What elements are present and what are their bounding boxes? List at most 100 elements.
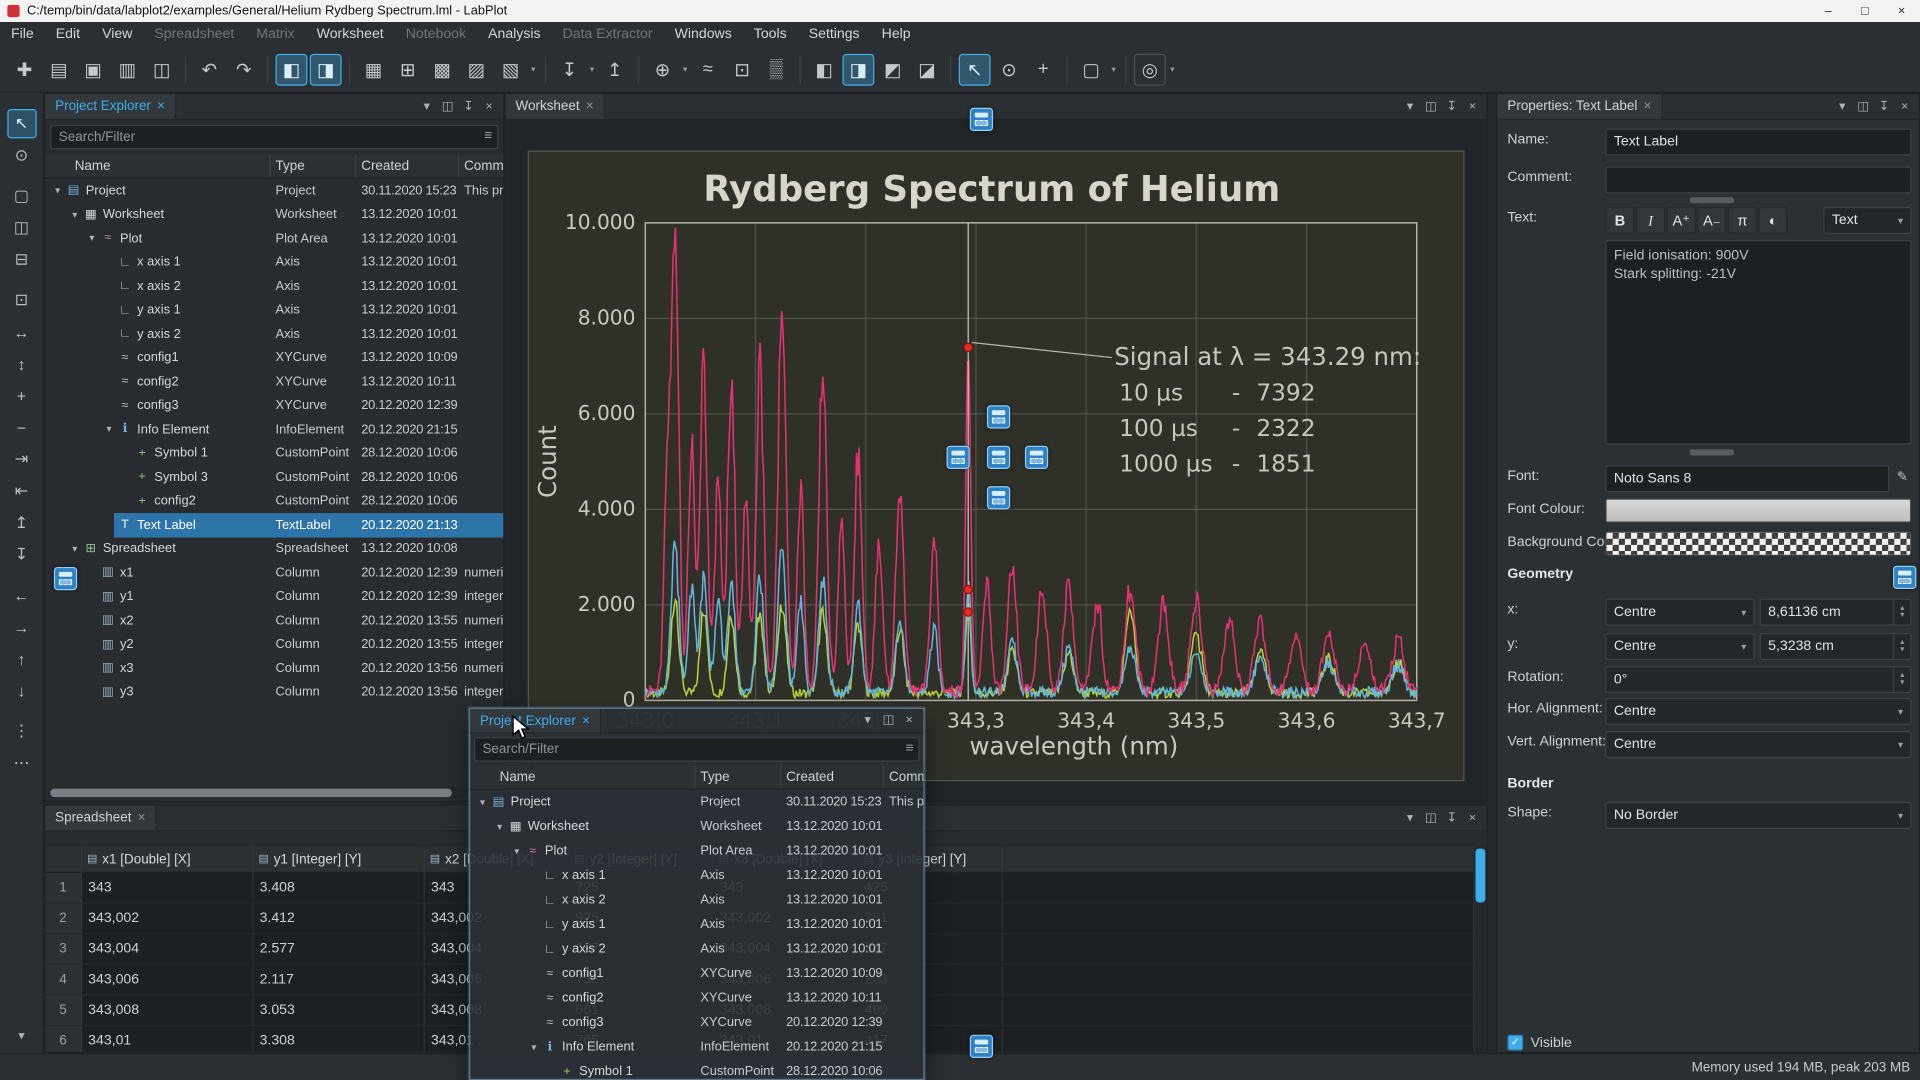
y-anchor-dropdown[interactable]: Centre▾ [1605, 633, 1754, 660]
new-spreadsheet-button[interactable]: ▩ [426, 53, 458, 85]
spin-down-icon[interactable]: ▾ [1900, 647, 1904, 654]
tree-row-y3[interactable]: ▥y3Column20.12.2020 13:56integer da [45, 680, 503, 704]
tab-project-explorer-floating[interactable]: Project Explorer× [470, 709, 601, 732]
text-content-area[interactable]: Field ionisation: 900V Stark splitting: … [1605, 240, 1911, 444]
cursor-tool-button[interactable]: ⋮ [7, 716, 36, 745]
close-icon[interactable]: × [138, 811, 146, 826]
visible-checkbox[interactable]: ✓ [1507, 1035, 1523, 1051]
expander-icon[interactable]: ▾ [527, 1041, 542, 1052]
spin-down-icon[interactable]: ▾ [1900, 680, 1904, 687]
new-workbook-button[interactable]: ⊞ [392, 53, 424, 85]
toggle-project-explorer-button[interactable]: ◧ [276, 53, 308, 85]
menu-item-windows[interactable]: Windows [664, 22, 743, 46]
font-field[interactable] [1605, 465, 1889, 492]
expander-icon[interactable]: ▾ [509, 846, 524, 857]
shift-down-tool-button[interactable]: ↓ [7, 676, 36, 705]
new-project-button[interactable]: ✚ [9, 53, 41, 85]
column-header-name[interactable]: Name [45, 154, 270, 177]
tree-row-worksheet[interactable]: ▾▦WorksheetWorksheet13.12.2020 10:01 [45, 203, 503, 227]
chevron-down-icon[interactable]: ▾ [528, 64, 539, 74]
row-number[interactable]: 5 [45, 996, 82, 1027]
layout-grid-button[interactable]: ◩ [877, 53, 909, 85]
menu-item-tools[interactable]: Tools [743, 22, 798, 46]
dock-close-icon[interactable]: × [1462, 808, 1483, 829]
text-mode-dropdown[interactable]: Text▾ [1823, 207, 1911, 234]
cell[interactable]: 343 [82, 873, 253, 904]
menu-item-help[interactable]: Help [871, 22, 922, 46]
cell[interactable]: 343,006 [82, 965, 253, 996]
tree-row-x1[interactable]: ▥x1Column20.12.2020 12:39numerical [45, 561, 503, 585]
tree-row-config2[interactable]: ≈config2XYCurve13.12.2020 10:11 [470, 986, 923, 1010]
column-header-y1-integer-y-[interactable]: ▤y1 [Integer] [Y] [253, 846, 424, 873]
toggle-properties-explorer-button[interactable]: ◨ [310, 53, 342, 85]
expander-icon[interactable]: ▾ [84, 233, 99, 244]
dock-menu-icon[interactable]: ▾ [416, 96, 437, 117]
close-icon[interactable]: × [157, 99, 165, 114]
menu-item-view[interactable]: View [91, 22, 143, 46]
menu-item-edit[interactable]: Edit [45, 22, 91, 46]
dock-pin-icon[interactable]: ↧ [458, 96, 479, 117]
new-matrix-button[interactable]: ▨ [460, 53, 492, 85]
shape-dropdown[interactable]: No Border▾ [1605, 802, 1911, 829]
custom-point-config2[interactable] [964, 608, 972, 616]
superscript-button[interactable]: A⁺ [1667, 207, 1696, 234]
menu-item-worksheet[interactable]: Worksheet [306, 22, 395, 46]
menu-item-matrix[interactable]: Matrix [245, 22, 305, 46]
sheet-corner[interactable] [45, 846, 82, 873]
zoom-in-x-tool-button[interactable]: ⇥ [7, 444, 36, 473]
cell[interactable]: 2.117 [253, 965, 424, 996]
menu-item-analysis[interactable]: Analysis [477, 22, 551, 46]
floating-project-explorer[interactable]: Project Explorer× ▾ ◫ × ≡ NameTypeCreate… [469, 708, 925, 1080]
fit-selection-button[interactable]: ⊡ [726, 53, 758, 85]
dock-menu-icon[interactable]: ▾ [1400, 96, 1421, 117]
layout-horizontal-button[interactable]: ◨ [842, 53, 874, 85]
tree-row-x3[interactable]: ▥x3Column20.12.2020 13:56numerical [45, 656, 503, 680]
cell[interactable]: 343,002 [82, 904, 253, 935]
select-mode-button[interactable]: ↖ [959, 53, 991, 85]
row-number[interactable]: 6 [45, 1026, 82, 1052]
dock-drop-indicator-inner-left[interactable] [947, 446, 970, 469]
bold-button[interactable]: B [1605, 207, 1634, 234]
chevron-down-icon[interactable]: ▾ [680, 64, 691, 74]
tree-row-config2[interactable]: ≈config2XYCurve13.12.2020 10:11 [45, 370, 503, 394]
dock-drop-indicator-center[interactable] [987, 446, 1010, 469]
row-number[interactable]: 4 [45, 965, 82, 996]
close-icon[interactable]: × [1644, 99, 1652, 114]
column-header-type[interactable]: Type [696, 765, 782, 788]
tree-row-y2[interactable]: ▥y2Column20.12.2020 13:55integer da [45, 632, 503, 656]
filter-icon[interactable]: ≡ [906, 741, 914, 756]
menu-item-settings[interactable]: Settings [798, 22, 871, 46]
dock-menu-icon[interactable]: ▾ [1400, 808, 1421, 829]
tree-row-config3[interactable]: ≈config3XYCurve20.12.2020 12:39 [45, 394, 503, 418]
dock-drop-indicator-bottom[interactable] [970, 1035, 993, 1058]
tree-row-project[interactable]: ▾▤ProjectProject30.11.2020 15:23This pro… [470, 790, 923, 814]
comment-field[interactable] [1605, 167, 1911, 194]
menu-item-notebook[interactable]: Notebook [395, 22, 477, 46]
shift-right-tool-button[interactable]: → [7, 612, 36, 641]
row-number[interactable]: 2 [45, 904, 82, 935]
cell[interactable]: 3.053 [253, 996, 424, 1027]
zoom-in-y-tool-button[interactable]: ↥ [7, 508, 36, 537]
zoom-out-tool-button[interactable]: − [7, 413, 36, 442]
italic-button[interactable]: I [1636, 207, 1665, 234]
tree-row-plot[interactable]: ▾≈PlotPlot Area13.12.2020 10:01 [45, 227, 503, 251]
select-tool-button[interactable]: ↖ [7, 109, 36, 138]
dock-drop-indicator-left[interactable] [54, 567, 77, 590]
dock-close-icon[interactable]: × [1462, 96, 1483, 117]
dock-pin-icon[interactable]: ↧ [1441, 808, 1462, 829]
rotation-spinbox[interactable]: 0° ▴▾ [1605, 666, 1911, 693]
layout-break-button[interactable]: ◪ [911, 53, 943, 85]
insert-symbol-button[interactable]: π [1728, 207, 1757, 234]
vert-alignment-dropdown[interactable]: Centre▾ [1605, 731, 1911, 758]
menu-item-data-extractor[interactable]: Data Extractor [552, 22, 664, 46]
tree-row-config1[interactable]: ≈config1XYCurve13.12.2020 10:09 [45, 346, 503, 370]
shift-up-tool-button[interactable]: ↑ [7, 644, 36, 673]
tree-row-project[interactable]: ▾▤ProjectProject30.11.2020 15:23This pro… [45, 179, 503, 203]
tree-row-worksheet[interactable]: ▾▦WorksheetWorksheet13.12.2020 10:01 [470, 814, 923, 838]
tree-row-text-label[interactable]: TText LabelTextLabel20.12.2020 21:13 [45, 513, 503, 537]
cell[interactable]: 343,01 [82, 1026, 253, 1052]
column-header-x1-double-x-[interactable]: ▤x1 [Double] [X] [82, 846, 253, 873]
close-icon[interactable]: × [582, 713, 590, 728]
dock-drop-indicator-inner-bottom[interactable] [987, 486, 1010, 509]
tree-row-config3[interactable]: ≈config3XYCurve20.12.2020 12:39 [470, 1010, 923, 1034]
